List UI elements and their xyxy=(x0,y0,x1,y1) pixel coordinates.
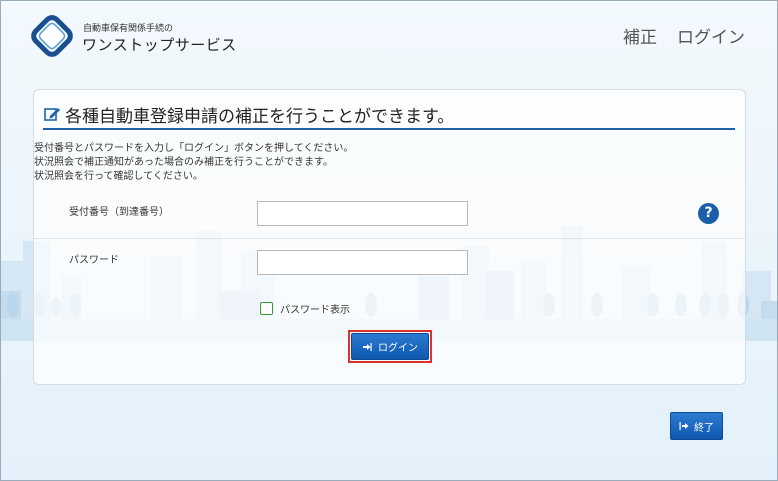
help-icon[interactable]: ? xyxy=(698,203,719,224)
instruction-line: 受付番号とパスワードを入力し「ログイン」ボタンを押してください。 xyxy=(34,143,354,154)
receipt-number-label: 受付番号（到達番号） xyxy=(69,207,169,218)
card-title-text: 各種自動車登録申請の補正を行うことができます。 xyxy=(65,106,455,127)
page-frame: 自動車保有関係手続の ワンストップサービス 補正 ログイン 各種自動車登録申請の… xyxy=(0,0,778,481)
divider xyxy=(34,238,745,239)
password-label: パスワード xyxy=(69,255,119,266)
logo-icon xyxy=(31,15,73,57)
receipt-number-input[interactable] xyxy=(257,201,468,226)
login-button[interactable]: ログイン xyxy=(351,333,429,360)
password-input[interactable] xyxy=(257,250,468,275)
instruction-line: 状況照会を行って確認してください。 xyxy=(34,171,203,182)
login-card: 各種自動車登録申請の補正を行うことができます。 受付番号とパスワードを入力し「ロ… xyxy=(33,89,746,385)
brand-subtitle: 自動車保有関係手続の xyxy=(83,24,174,34)
header-nav: 補正 ログイン xyxy=(623,23,745,48)
login-button-label: ログイン xyxy=(378,343,418,354)
instructions: 受付番号とパスワードを入力し「ログイン」ボタンを押してください。 状況照会で補正… xyxy=(34,142,353,184)
nav-login[interactable]: ログイン xyxy=(677,23,745,48)
sign-out-icon xyxy=(679,422,689,430)
show-password-checkbox[interactable] xyxy=(260,302,273,315)
show-password-toggle[interactable]: パスワード表示 xyxy=(260,301,350,316)
end-button[interactable]: 終了 xyxy=(670,412,723,440)
sign-in-icon xyxy=(363,342,372,351)
header: 自動車保有関係手続の ワンストップサービス 補正 ログイン xyxy=(1,1,777,73)
card-title: 各種自動車登録申請の補正を行うことができます。 xyxy=(43,100,735,130)
edit-icon xyxy=(44,108,60,121)
end-button-label: 終了 xyxy=(694,422,714,434)
nav-correction[interactable]: 補正 xyxy=(623,23,657,48)
show-password-label: パスワード表示 xyxy=(280,305,350,316)
instruction-line: 状況照会で補正通知があった場合のみ補正を行うことができます。 xyxy=(34,157,333,168)
brand-title: ワンストップサービス xyxy=(82,36,237,54)
